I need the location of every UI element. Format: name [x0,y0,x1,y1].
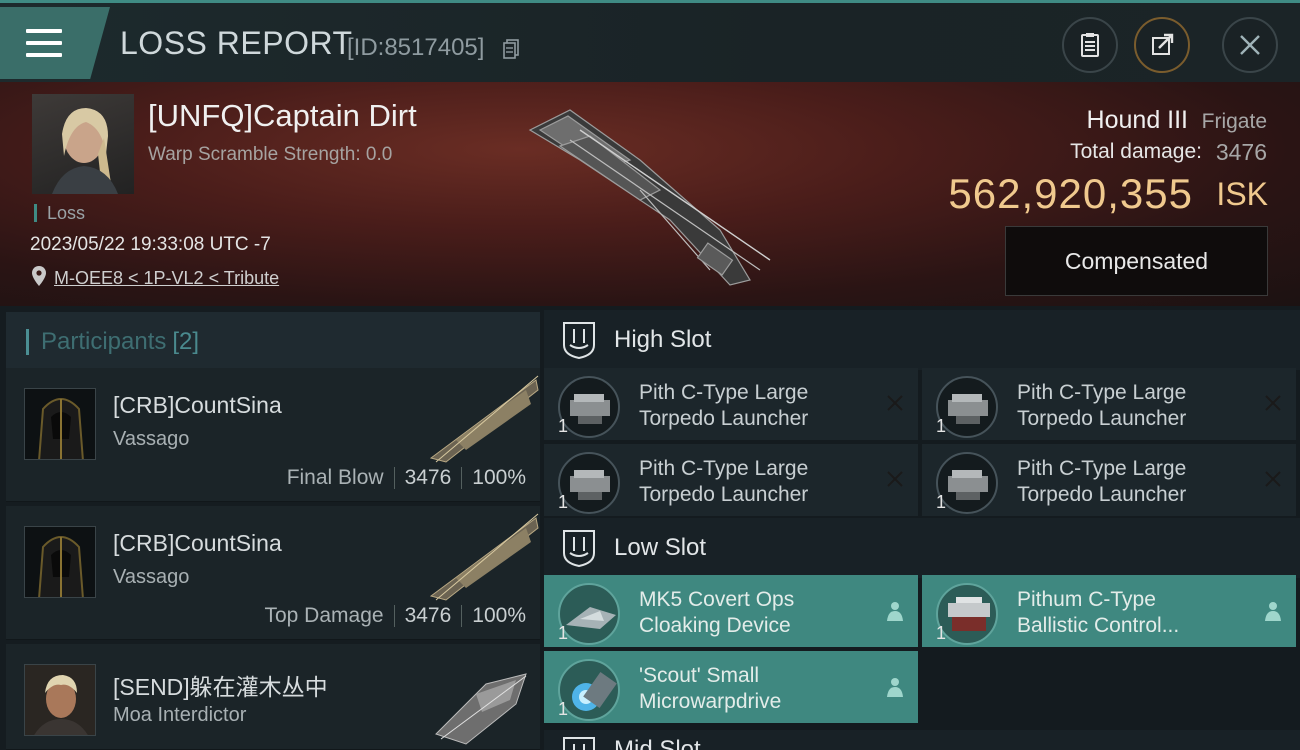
participant-stats: Top Damage 3476 100% [264,604,526,628]
item-name: Pithum C-Type Ballistic Control... [1017,588,1180,637]
dropped-person-icon [1265,602,1281,621]
participant-row[interactable]: [CRB]CountSina Vassago Top Damage 3476 1… [6,506,540,640]
item-name: MK5 Covert Ops Cloaking Device [639,588,795,637]
participant-avatar [24,526,96,598]
destroyed-icon [887,395,903,411]
mid-slot-icon [563,737,595,750]
participant-role: Top Damage [264,604,384,627]
share-icon [1152,33,1174,55]
ship-name: Hound III [1086,106,1188,134]
compensated-button[interactable]: Compensated [1005,226,1268,296]
menu-button[interactable] [0,7,110,79]
item-quantity: 1 [558,623,569,643]
low-slot-icon [563,530,595,567]
isk-value: 562,920,355 [948,170,1193,217]
dropped-person-icon [887,678,903,697]
page-title: LOSS REPORT [120,25,353,61]
loss-datetime: 2023/05/22 19:33:08 UTC -7 [30,234,271,255]
participants-panel: Participants [2] [CRB]CountSina Vassago … [0,306,540,750]
copy-icon[interactable] [503,39,519,59]
participant-name: [CRB]CountSina [113,530,282,556]
hamburger-icon [26,29,62,57]
slot-item[interactable]: 1 Pith C-Type Large Torpedo Launcher [922,444,1296,516]
slot-item[interactable]: 1 Pith C-Type Large Torpedo Launcher [544,368,918,440]
participant-ship-image [429,375,539,463]
close-icon [1240,35,1260,55]
location-link[interactable]: M-OEE8 < 1P-VL2 < Tribute [54,268,279,289]
participants-title: Participants [41,328,167,355]
item-quantity: 1 [558,416,569,436]
participant-damage: 3476 [404,466,452,489]
high-slot-icon [563,322,595,359]
slot-item[interactable]: 1 Pith C-Type Large Torpedo Launcher [544,444,918,516]
item-quantity: 1 [558,699,569,719]
slot-item[interactable]: 1 'Scout' Small Microwarpdrive [544,651,918,723]
destroyed-icon [1265,471,1281,487]
item-name: 'Scout' Small Microwarpdrive [639,664,782,713]
participant-damage: 3476 [404,604,452,627]
item-name: Pith C-Type Large Torpedo Launcher [1017,457,1187,506]
participant-role: Final Blow [286,466,384,489]
low-slot-title: Low Slot [614,534,707,561]
pilot-name[interactable]: [UNFQ]Captain Dirt [148,98,417,134]
top-bar: LOSS REPORT [ID:8517405] [0,0,1300,82]
participants-count: [2] [172,328,200,355]
item-quantity: 1 [936,623,947,643]
item-name: Pith C-Type Large Torpedo Launcher [639,381,809,430]
item-quantity: 1 [558,492,569,512]
participant-ship: Moa Interdictor [113,704,247,726]
result-tag: Loss [34,204,85,222]
item-name: Pith C-Type Large Torpedo Launcher [639,457,809,506]
location-pin-icon [32,266,46,286]
participant-percent: 100% [472,466,526,489]
mid-slot-header: Mid Slot [544,730,1300,750]
high-slot-header: High Slot [544,310,1300,370]
clipboard-button[interactable] [1062,17,1118,73]
header-accent-bar [26,329,29,355]
participant-name: [SEND]躲在灌木丛中 [113,674,328,700]
participant-avatar [24,664,96,736]
total-damage-value: 3476 [1215,139,1267,165]
dropped-person-icon [887,602,903,621]
participant-ship-image [429,513,539,601]
destroyed-icon [1265,395,1281,411]
warp-scramble-strength: Warp Scramble Strength: 0.0 [148,144,393,165]
item-name: Pith C-Type Large Torpedo Launcher [1017,381,1187,430]
report-id: [ID:8517405] [347,34,485,61]
loss-summary: [UNFQ]Captain Dirt Warp Scramble Strengt… [0,82,1300,306]
slot-item[interactable]: 1 Pithum C-Type Ballistic Control... [922,575,1296,647]
participant-percent: 100% [472,604,526,627]
participant-row[interactable]: [CRB]CountSina Vassago Final Blow 3476 1… [6,368,540,502]
participants-header[interactable]: Participants [2] [6,312,540,372]
clipboard-icon [1081,33,1099,57]
participant-ship-image [435,673,527,745]
total-damage-label: Total damage: [1070,140,1202,163]
pilot-portrait[interactable] [32,94,134,194]
mid-slot-title: Mid Slot [614,736,701,750]
participant-stats: Final Blow 3476 100% [287,466,526,490]
close-button[interactable] [1222,17,1278,73]
slot-item[interactable]: 1 MK5 Covert Ops Cloaking Device [544,575,918,647]
participant-avatar [24,388,96,460]
destroyed-icon [887,471,903,487]
share-button[interactable] [1134,17,1190,73]
isk-unit: ISK [1216,176,1268,212]
item-quantity: 1 [936,492,947,512]
participant-ship: Vassago [113,566,190,588]
participant-name: [CRB]CountSina [113,392,282,418]
low-slot-header: Low Slot [544,518,1300,578]
ship-class: Frigate [1201,110,1267,133]
high-slot-title: High Slot [614,326,712,353]
participant-ship: Vassago [113,428,190,450]
slot-item[interactable]: 1 Pith C-Type Large Torpedo Launcher [922,368,1296,440]
fitting-panel: High Slot 1 Pith C-Type Large Torpedo Lau… [540,306,1300,750]
participant-row[interactable]: [SEND]躲在灌木丛中 Moa Interdictor [6,644,540,750]
ship-image[interactable] [520,100,780,290]
item-quantity: 1 [936,416,947,436]
